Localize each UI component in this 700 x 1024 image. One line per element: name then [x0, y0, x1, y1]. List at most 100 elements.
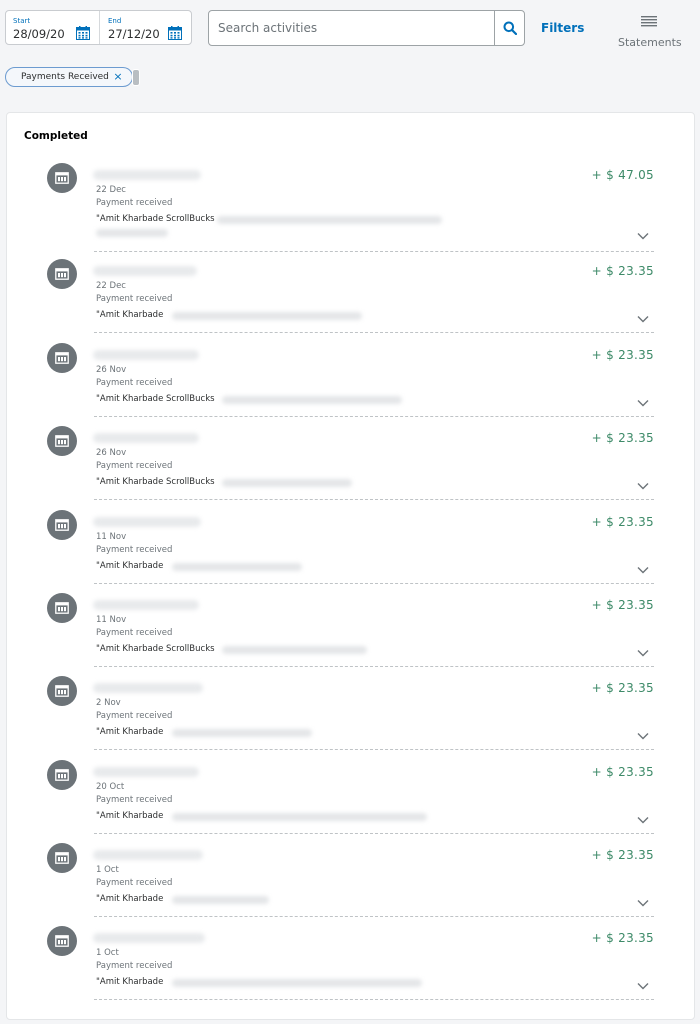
chevron-down-icon[interactable]: [637, 809, 649, 824]
transaction-type: Payment received: [96, 461, 173, 471]
end-date-label: End: [108, 17, 122, 25]
chevron-down-icon[interactable]: [637, 892, 649, 907]
bank-icon: [55, 852, 69, 864]
row-divider: [94, 833, 654, 834]
row-divider: [94, 332, 654, 333]
transaction-note: "Amit Kharbade ScrollBucks: [96, 394, 215, 404]
transaction-type: Payment received: [96, 545, 173, 555]
row-divider: [94, 251, 654, 252]
chevron-down-icon[interactable]: [637, 308, 649, 323]
transaction-type: Payment received: [96, 198, 173, 208]
chevron-down-icon[interactable]: [637, 725, 649, 740]
bank-icon: [55, 519, 69, 531]
transaction-type: Payment received: [96, 711, 173, 721]
transaction-note: "Amit Kharbade: [96, 894, 164, 904]
chevron-down-icon[interactable]: [637, 225, 649, 240]
row-divider: [94, 999, 654, 1000]
transaction-type: Payment received: [96, 628, 173, 638]
redacted-name: [93, 266, 197, 276]
transaction-note: "Amit Kharbade ScrollBucks: [96, 477, 215, 487]
end-date-field[interactable]: End 27/12/20: [100, 11, 192, 44]
transaction-type: Payment received: [96, 378, 173, 388]
transaction-amount: + $ 23.35: [591, 681, 654, 695]
bank-icon: [55, 352, 69, 364]
search-input[interactable]: [209, 11, 494, 45]
transaction-date: 26 Nov: [96, 365, 127, 375]
close-icon[interactable]: ×: [112, 71, 124, 83]
transaction-amount: + $ 23.35: [591, 264, 654, 278]
transaction-amount: + $ 23.35: [591, 848, 654, 862]
calendar-icon[interactable]: [168, 25, 182, 40]
redacted-note: [172, 563, 302, 571]
statements-icon: [641, 16, 657, 27]
transaction-type: Payment received: [96, 878, 173, 888]
bank-icon: [55, 935, 69, 947]
transaction-date: 11 Nov: [96, 532, 127, 542]
bank-icon: [55, 602, 69, 614]
transaction-note: "Amit Kharbade: [96, 727, 164, 737]
row-divider: [94, 749, 654, 750]
merchant-avatar: [47, 676, 77, 706]
bank-icon: [55, 268, 69, 280]
statements-button[interactable]: Statements: [618, 12, 682, 49]
merchant-avatar: [47, 843, 77, 873]
row-divider: [94, 583, 654, 584]
filter-chip-payments-received[interactable]: Payments Received ×: [5, 67, 133, 87]
chevron-down-icon[interactable]: [637, 975, 649, 990]
redacted-note: [217, 216, 442, 224]
transaction-note: "Amit Kharbade ScrollBucks: [96, 644, 215, 654]
transaction-date: 26 Nov: [96, 448, 127, 458]
redacted-note: [172, 312, 362, 320]
redacted-note: [172, 729, 312, 737]
start-date-label: Start: [13, 17, 31, 25]
merchant-avatar: [47, 593, 77, 623]
transaction-amount: + $ 23.35: [591, 931, 654, 945]
redacted-note: [172, 813, 427, 821]
end-date-value[interactable]: 27/12/20: [108, 27, 160, 41]
redacted-name: [93, 517, 201, 527]
chevron-down-icon[interactable]: [637, 475, 649, 490]
row-divider: [94, 499, 654, 500]
redacted-note: [172, 896, 269, 904]
statements-label: Statements: [618, 36, 682, 49]
redacted-note: [96, 229, 168, 237]
row-divider: [94, 666, 654, 667]
transaction-amount: + $ 23.35: [591, 598, 654, 612]
bank-icon: [55, 685, 69, 697]
transaction-date: 1 Oct: [96, 948, 119, 958]
row-divider: [94, 916, 654, 917]
redacted-note: [222, 479, 352, 487]
filters-link[interactable]: Filters: [541, 21, 584, 35]
transaction-note: "Amit Kharbade: [96, 561, 164, 571]
transaction-amount: + $ 23.35: [591, 348, 654, 362]
transaction-amount: + $ 23.35: [591, 765, 654, 779]
start-date-field[interactable]: Start 28/09/20: [6, 11, 100, 44]
chevron-down-icon[interactable]: [637, 642, 649, 657]
transaction-type: Payment received: [96, 795, 173, 805]
redacted-name: [93, 433, 199, 443]
start-date-value[interactable]: 28/09/20: [13, 27, 65, 41]
horizontal-scroll-handle[interactable]: [132, 69, 140, 86]
transaction-date: 20 Oct: [96, 782, 125, 792]
merchant-avatar: [47, 926, 77, 956]
transaction-date: 22 Dec: [96, 281, 126, 291]
search-button[interactable]: [494, 11, 524, 45]
redacted-note: [222, 396, 402, 404]
bank-icon: [55, 435, 69, 447]
merchant-avatar: [47, 510, 77, 540]
chevron-down-icon[interactable]: [637, 392, 649, 407]
transaction-date: 2 Nov: [96, 698, 121, 708]
chevron-down-icon[interactable]: [637, 559, 649, 574]
search-box[interactable]: [208, 10, 525, 46]
filter-chip-label: Payments Received: [21, 72, 109, 82]
date-range-picker[interactable]: Start 28/09/20 End 27/12/20: [5, 10, 192, 45]
redacted-name: [93, 600, 199, 610]
redacted-name: [93, 767, 199, 777]
calendar-icon[interactable]: [76, 25, 90, 40]
transaction-note: "Amit Kharbade ScrollBucks: [96, 214, 215, 224]
transaction-row[interactable]: 1 Oct Payment received "Amit Kharbade + $ 2…: [7, 113, 696, 1000]
row-divider: [94, 416, 654, 417]
transaction-date: 1 Oct: [96, 865, 119, 875]
merchant-avatar: [47, 426, 77, 456]
redacted-note: [222, 646, 367, 654]
